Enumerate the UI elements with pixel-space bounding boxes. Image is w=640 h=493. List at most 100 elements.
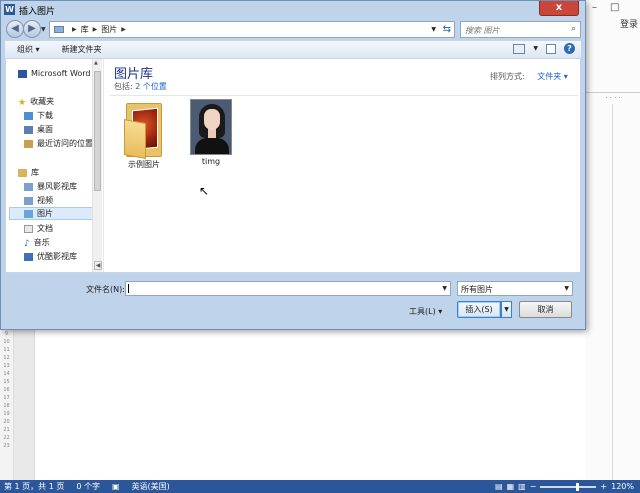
- filetype-dropdown-icon[interactable]: ▼: [564, 285, 569, 292]
- chevron-right-icon[interactable]: ▶: [121, 26, 126, 33]
- word-window-right: – □ 登录 · · · ·: [586, 0, 640, 480]
- organize-menu[interactable]: 组织 ▾: [17, 44, 40, 55]
- breadcrumb-library[interactable]: 库: [81, 24, 89, 35]
- read-mode-icon[interactable]: ▤: [495, 482, 503, 491]
- nav-item-label: 暴风影视库: [37, 182, 77, 191]
- nav-item-label: 最近访问的位置: [37, 139, 93, 148]
- library-icon: [18, 168, 27, 177]
- zoom-in-icon[interactable]: +: [600, 482, 607, 491]
- insert-options-dropdown[interactable]: ▼: [501, 301, 512, 318]
- nav-item-documents[interactable]: 文档: [24, 223, 53, 234]
- nav-item-favorites[interactable]: ★ 收藏夹: [18, 96, 55, 108]
- nav-item-libraries[interactable]: 库: [18, 167, 39, 178]
- login-link[interactable]: 登录: [620, 17, 638, 30]
- video-library-icon: [24, 182, 33, 191]
- close-button[interactable]: x: [539, 1, 579, 16]
- dialog-titlebar[interactable]: W 插入图片 x: [1, 1, 585, 18]
- pictures-icon: [24, 209, 33, 218]
- insert-button[interactable]: 插入(S): [457, 301, 501, 318]
- new-folder-button[interactable]: 新建文件夹: [62, 44, 102, 55]
- file-item-sample-pictures[interactable]: 示例图片: [116, 99, 172, 170]
- video-library-icon: [24, 252, 33, 261]
- breadcrumb-pictures[interactable]: 图片: [101, 24, 117, 35]
- web-layout-icon[interactable]: ▥: [518, 482, 526, 491]
- search-icon[interactable]: ⌕: [571, 24, 576, 34]
- insert-picture-dialog: W 插入图片 x ◀ ▶ ▼ ▶ 库 ▶ 图片 ▶ ▼ ⇆ 搜索 图片 ⌕ 组织…: [0, 0, 586, 330]
- star-icon: ★: [18, 97, 27, 108]
- view-dropdown-icon[interactable]: ▼: [533, 45, 538, 52]
- zoom-slider-thumb[interactable]: [576, 482, 580, 491]
- status-page[interactable]: 第 1 页，共 1 页: [4, 481, 64, 492]
- recent-pages-dropdown-icon[interactable]: ▼: [41, 26, 46, 33]
- help-icon[interactable]: ?: [564, 43, 575, 54]
- tools-menu[interactable]: 工具(L) ▾: [409, 306, 442, 317]
- includes-locations-link[interactable]: 2 个位置: [135, 82, 167, 91]
- ruler-marks: · · · ·: [605, 94, 621, 102]
- zoom-slider[interactable]: [540, 482, 597, 491]
- nav-item-youku-library[interactable]: 优酷影视库: [24, 251, 77, 262]
- nav-item-microsoft-word[interactable]: Microsoft Word: [18, 69, 91, 78]
- command-toolbar: 组织 ▾ 新建文件夹 ▼ ?: [5, 40, 581, 58]
- filetype-select[interactable]: 所有图片 ▼: [457, 281, 573, 296]
- page-edge: [612, 104, 613, 480]
- preview-pane-icon[interactable]: [546, 43, 556, 54]
- back-button[interactable]: ◀: [6, 20, 24, 38]
- nav-item-baofeng-library[interactable]: 暴风影视库: [24, 181, 77, 192]
- download-folder-icon: [24, 111, 33, 120]
- status-language[interactable]: 英语(美国): [132, 481, 170, 492]
- nav-item-downloads[interactable]: 下载: [24, 110, 53, 121]
- ruler-number: 18: [3, 403, 10, 409]
- scroll-left-icon[interactable]: ◀: [94, 261, 102, 270]
- dialog-title: 插入图片: [19, 7, 56, 17]
- navigation-row: ◀ ▶ ▼ ▶ 库 ▶ 图片 ▶ ▼ ⇆ 搜索 图片 ⌕: [1, 18, 585, 40]
- nav-item-desktop[interactable]: 桌面: [24, 124, 53, 135]
- file-item-timg[interactable]: timg: [183, 99, 239, 166]
- library-includes: 包括: 2 个位置: [114, 81, 167, 92]
- arrange-label: 排列方式:: [490, 72, 525, 81]
- search-input[interactable]: 搜索 图片 ⌕: [460, 21, 581, 38]
- forward-button[interactable]: ▶: [23, 20, 41, 38]
- nav-item-music[interactable]: ♪ 音乐: [24, 237, 50, 249]
- status-proofing-icon[interactable]: ▣: [112, 482, 120, 491]
- status-word-count[interactable]: 0 个字: [76, 481, 100, 492]
- nav-item-label: 收藏夹: [30, 97, 55, 106]
- minimize-icon[interactable]: –: [592, 2, 597, 13]
- word-icon: [18, 69, 27, 78]
- maximize-icon[interactable]: □: [610, 2, 619, 13]
- document-page[interactable]: [34, 330, 586, 480]
- nav-item-videos[interactable]: 视频: [24, 195, 53, 206]
- ruler-number: 14: [3, 371, 10, 377]
- zoom-level[interactable]: 120%: [611, 482, 634, 491]
- nav-item-label: 库: [31, 168, 39, 177]
- address-bar[interactable]: ▶ 库 ▶ 图片 ▶ ▼ ⇆: [49, 21, 455, 38]
- videos-icon: [24, 196, 33, 205]
- ruler-number: 23: [3, 443, 10, 449]
- address-dropdown-icon[interactable]: ▼: [431, 26, 436, 33]
- zoom-out-icon[interactable]: −: [530, 482, 537, 491]
- cancel-button[interactable]: 取消: [519, 301, 572, 318]
- arrange-by: 排列方式: 文件夹 ▾: [490, 71, 568, 82]
- recent-places-icon: [24, 139, 33, 148]
- chevron-right-icon[interactable]: ▶: [93, 26, 98, 33]
- filename-input[interactable]: ▼: [125, 281, 451, 296]
- scroll-up-icon[interactable]: ▲: [94, 60, 98, 66]
- document-canvas[interactable]: [14, 330, 586, 480]
- nav-item-recent-places[interactable]: 最近访问的位置: [24, 138, 93, 149]
- text-caret: [128, 284, 129, 293]
- arrange-dropdown[interactable]: 文件夹 ▾: [537, 72, 568, 81]
- nav-scrollbar-thumb[interactable]: [94, 71, 101, 191]
- filename-dropdown-icon[interactable]: ▼: [442, 285, 447, 292]
- ruler-number: 11: [3, 347, 10, 353]
- nav-scrollbar[interactable]: ▲ ◀: [92, 59, 102, 272]
- refresh-icon[interactable]: ⇆: [443, 24, 451, 35]
- navigation-pane: Microsoft Word ★ 收藏夹 下载 桌面 最近访问的位置 库 暴风影视…: [6, 59, 104, 272]
- nav-item-pictures[interactable]: 图片: [9, 207, 95, 220]
- chevron-right-icon[interactable]: ▶: [72, 26, 77, 33]
- ruler-number: 21: [3, 427, 10, 433]
- filetype-value: 所有图片: [461, 285, 493, 294]
- folder-icon: [54, 26, 64, 33]
- ruler-number: 13: [3, 363, 10, 369]
- print-layout-icon[interactable]: ▦: [507, 482, 515, 491]
- vertical-ruler: 9 10 11 12 13 14 15 16 17 18 19 20 21 22…: [0, 330, 14, 480]
- change-view-icon[interactable]: [513, 43, 526, 54]
